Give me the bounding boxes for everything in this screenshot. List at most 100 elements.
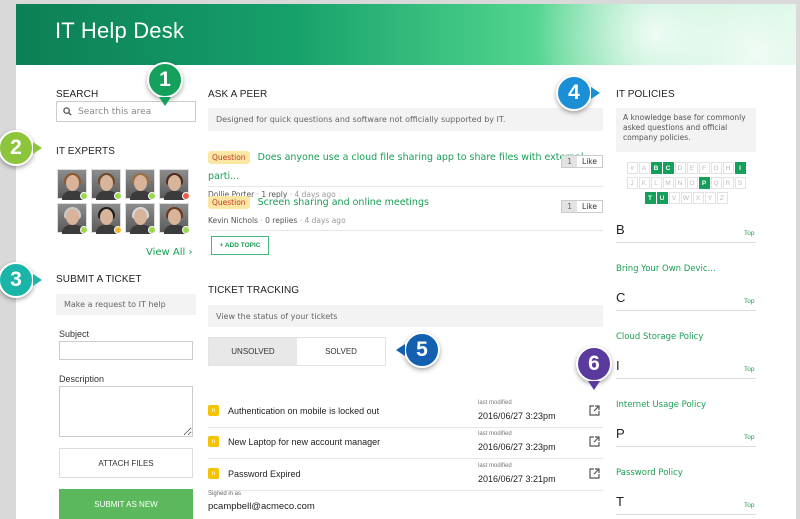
submit-ticket-heading: SUBMIT A TICKET bbox=[56, 274, 142, 285]
alphabet-letter: K bbox=[638, 177, 650, 189]
policies-description: A knowledge base for commonly asked ques… bbox=[616, 108, 756, 152]
policy-letter-heading: T bbox=[616, 494, 624, 509]
policy-link[interactable]: Internet Usage Policy bbox=[616, 400, 706, 410]
alphabet-letter: S bbox=[734, 177, 746, 189]
topic-item: Question Screen sharing and online meeti… bbox=[208, 192, 603, 225]
submit-as-new-button[interactable]: SUBMIT AS NEW bbox=[59, 489, 193, 519]
question-badge: Question bbox=[208, 151, 250, 164]
open-external-icon[interactable] bbox=[589, 405, 600, 416]
ticket-tracking-description: View the status of your tickets bbox=[208, 305, 603, 327]
alphabet-letter[interactable]: I bbox=[734, 162, 746, 174]
last-modified-label: last modified bbox=[478, 400, 512, 406]
divider bbox=[616, 514, 756, 515]
topic-author[interactable]: Kevin Nichols bbox=[208, 216, 258, 225]
search-placeholder: Search this area bbox=[78, 106, 152, 117]
back-to-top-link[interactable]: Top bbox=[744, 502, 754, 509]
topic-title-link[interactable]: Screen sharing and online meetings bbox=[258, 197, 429, 208]
view-all-link[interactable]: View All › bbox=[146, 247, 192, 258]
search-icon bbox=[63, 107, 72, 116]
back-to-top-link[interactable]: Top bbox=[744, 298, 754, 305]
alphabet-letter: D bbox=[674, 162, 686, 174]
alphabet-letter: Z bbox=[716, 192, 728, 204]
alphabet-letter: F bbox=[698, 162, 710, 174]
expert-avatar[interactable] bbox=[125, 203, 156, 234]
description-field[interactable] bbox=[59, 386, 193, 437]
topic-title-link[interactable]: Does anyone use a cloud file sharing app… bbox=[208, 152, 584, 182]
experts-heading: IT EXPERTS bbox=[56, 146, 115, 157]
subject-field[interactable] bbox=[59, 341, 193, 360]
alphabet-letter[interactable]: U bbox=[656, 192, 668, 204]
ticket-title[interactable]: New Laptop for new account manager bbox=[228, 437, 380, 447]
ticket-tabs: UNSOLVED SOLVED bbox=[208, 337, 386, 366]
alphabet-letter: J bbox=[626, 177, 638, 189]
expert-avatar[interactable] bbox=[57, 203, 88, 234]
like-count: 1 bbox=[562, 156, 578, 167]
alphabet-letter: Q bbox=[710, 177, 722, 189]
signed-in-label: Signed in as bbox=[208, 491, 242, 497]
tab-unsolved[interactable]: UNSOLVED bbox=[209, 338, 297, 365]
divider bbox=[208, 186, 603, 187]
attach-files-button[interactable]: ATTACH FILES bbox=[59, 448, 193, 478]
tab-solved[interactable]: SOLVED bbox=[297, 338, 385, 365]
open-external-icon[interactable] bbox=[589, 468, 600, 479]
expert-avatar[interactable] bbox=[125, 169, 156, 200]
ask-peer-description: Designed for quick questions and softwar… bbox=[208, 108, 603, 131]
subject-label: Subject bbox=[59, 329, 90, 339]
expert-avatar[interactable] bbox=[159, 203, 190, 234]
ticket-row[interactable]: n New Laptop for new account manager last … bbox=[208, 428, 603, 456]
expert-avatar[interactable] bbox=[91, 169, 122, 200]
callout-badge-4: 4 bbox=[556, 75, 592, 111]
page-frame: IT Help Desk SEARCH Search this area IT … bbox=[16, 4, 796, 519]
alphabet-letter[interactable]: B bbox=[650, 162, 662, 174]
search-heading: SEARCH bbox=[56, 89, 99, 100]
policy-letter-heading: B bbox=[616, 222, 625, 237]
ticket-title[interactable]: Authentication on mobile is locked out bbox=[228, 406, 379, 416]
alphabet-letter: R bbox=[722, 177, 734, 189]
page-title: IT Help Desk bbox=[55, 18, 185, 43]
last-modified-label: last modified bbox=[478, 431, 512, 437]
status-online-icon bbox=[80, 226, 88, 234]
callout-badge-5: 5 bbox=[404, 332, 440, 368]
policy-letter-heading: C bbox=[616, 290, 626, 305]
header-banner: IT Help Desk bbox=[16, 4, 796, 65]
add-topic-button[interactable]: + ADD TOPIC bbox=[211, 236, 269, 255]
alphabet-letter: L bbox=[650, 177, 662, 189]
divider bbox=[616, 446, 756, 447]
policy-link[interactable]: Bring Your Own Devic... bbox=[616, 264, 716, 274]
status-busy-icon bbox=[182, 192, 190, 200]
back-to-top-link[interactable]: Top bbox=[744, 434, 754, 441]
last-modified-date: 2016/06/27 3:23pm bbox=[478, 442, 556, 452]
ticket-row[interactable]: n Authentication on mobile is locked out l… bbox=[208, 397, 603, 425]
back-to-top-link[interactable]: Top bbox=[744, 230, 754, 237]
open-external-icon[interactable] bbox=[589, 436, 600, 447]
topic-replies: 0 replies bbox=[265, 216, 298, 225]
alphabet-letter[interactable]: T bbox=[644, 192, 656, 204]
status-online-icon bbox=[114, 192, 122, 200]
divider bbox=[208, 490, 603, 491]
alphabet-letter[interactable]: C bbox=[662, 162, 674, 174]
search-input[interactable]: Search this area bbox=[56, 101, 196, 122]
like-button[interactable]: 1 Like bbox=[561, 200, 603, 213]
ticket-status-badge: n bbox=[208, 405, 219, 416]
expert-avatar[interactable] bbox=[159, 169, 190, 200]
last-modified-label: last modified bbox=[478, 463, 512, 469]
ticket-title[interactable]: Password Expired bbox=[228, 469, 301, 479]
expert-avatar[interactable] bbox=[91, 203, 122, 234]
policy-link[interactable]: Cloud Storage Policy bbox=[616, 332, 703, 342]
alphabet-letter: X bbox=[692, 192, 704, 204]
topic-age: 4 days ago bbox=[304, 216, 346, 225]
ticket-row[interactable]: n Password Expired last modified 2016/06/27… bbox=[208, 460, 603, 488]
alphabet-letter[interactable]: P bbox=[698, 177, 710, 189]
divider bbox=[616, 378, 756, 379]
policy-link[interactable]: Password Policy bbox=[616, 468, 683, 478]
like-button[interactable]: 1 Like bbox=[561, 155, 603, 168]
back-to-top-link[interactable]: Top bbox=[744, 366, 754, 373]
callout-pointer bbox=[159, 97, 171, 106]
alphabet-row: TUVWXYZ bbox=[616, 192, 756, 204]
signed-in-user: pcampbell@acmeco.com bbox=[208, 501, 315, 512]
last-modified-date: 2016/06/27 3:23pm bbox=[478, 411, 556, 421]
callout-pointer bbox=[588, 381, 600, 390]
description-label: Description bbox=[59, 374, 105, 384]
alphabet-letter: E bbox=[686, 162, 698, 174]
expert-avatar[interactable] bbox=[57, 169, 88, 200]
